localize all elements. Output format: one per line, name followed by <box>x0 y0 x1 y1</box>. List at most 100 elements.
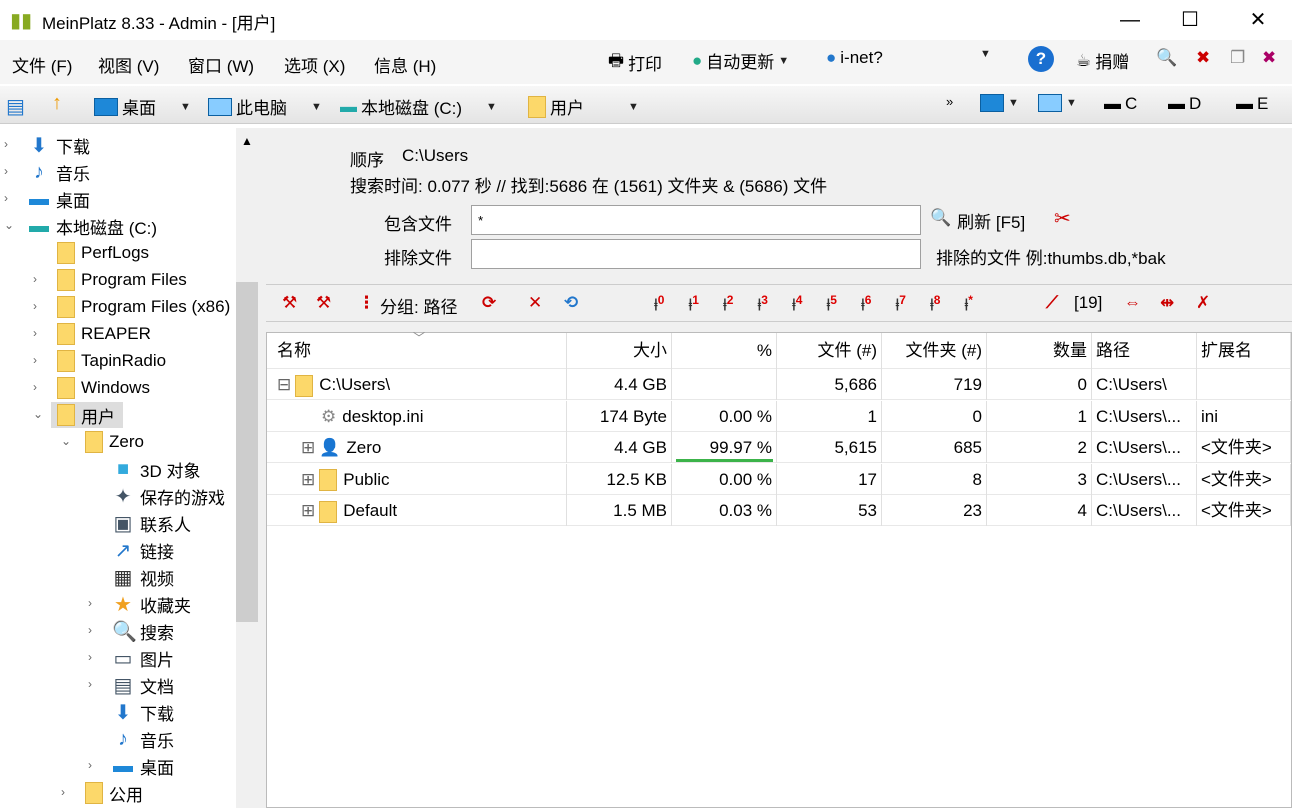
delete-icon[interactable]: ✖ <box>1196 48 1210 68</box>
menu-options[interactable]: 选项 (X) <box>284 52 345 77</box>
sync-icon[interactable]: ⟲ <box>564 293 578 313</box>
tree-item[interactable]: ▬ 桌面 <box>112 753 174 779</box>
tree-item[interactable]: 公用 <box>85 780 143 806</box>
close-button[interactable]: ✕ <box>1228 0 1288 40</box>
crumb-desktop[interactable]: 桌面 ▼ <box>94 94 191 119</box>
tree-item[interactable]: 🔍 搜索 <box>112 618 174 644</box>
menu-window[interactable]: 窗口 (W) <box>188 52 254 77</box>
tree-item[interactable]: REAPER <box>57 321 151 347</box>
expand-arrow-icon[interactable]: › <box>33 272 37 286</box>
tree-item[interactable]: TapinRadio <box>57 348 166 374</box>
collapse-arrow-icon[interactable]: ⌄ <box>4 218 14 232</box>
level-all-button[interactable]: ⱡ* <box>965 293 973 316</box>
inet-button[interactable]: ● i-net? <box>826 48 883 68</box>
collapse-icon[interactable]: ⊟ <box>277 375 291 394</box>
auto-update-button[interactable]: ● 自动更新 ▼ <box>692 48 789 73</box>
tree-item[interactable]: ▬ 本地磁盘 (C:) <box>28 213 157 239</box>
tree-item[interactable]: Windows <box>57 375 150 401</box>
table-row[interactable]: ⚙ desktop.ini 174 Byte 0.00 % 1 0 1 C:\Users\..… <box>267 400 1291 432</box>
tree-item[interactable]: ♪ 音乐 <box>112 726 174 752</box>
tree-item[interactable]: ✦ 保存的游戏 <box>112 483 225 509</box>
include-input[interactable] <box>471 205 921 235</box>
drive-c-button[interactable]: ▬ C <box>1104 94 1137 114</box>
expand-arrow-icon[interactable]: › <box>33 380 37 394</box>
expand-arrow-icon[interactable]: › <box>4 164 8 178</box>
expand-arrow-icon[interactable]: › <box>33 326 37 340</box>
hammer-icon[interactable]: ⚒ <box>282 293 297 313</box>
expand-icon[interactable]: ⊞ <box>301 438 315 457</box>
windows-icon[interactable]: ❐ <box>1230 48 1245 68</box>
tree-item[interactable]: ▣ 联系人 <box>112 510 191 536</box>
column-header[interactable]: 路径 <box>1092 333 1197 369</box>
expand-arrow-icon[interactable]: › <box>88 758 92 772</box>
table-row[interactable]: ⊟ C:\Users\ 4.4 GB 5,686 719 0 C:\Users\ <box>267 369 1291 400</box>
level-2-button[interactable]: ⱡ2 <box>723 293 733 316</box>
tree-item[interactable]: ⬇ 下载 <box>28 132 90 158</box>
search-icon[interactable]: 🔍 <box>1156 48 1177 68</box>
help-icon[interactable]: ? <box>1028 46 1054 72</box>
table-row[interactable]: ⊞ Default 1.5 MB 0.03 % 53 23 4 C:\Users\... <文件… <box>267 495 1291 526</box>
close-tab-icon[interactable]: ✖ <box>1262 48 1276 68</box>
menu-file[interactable]: 文件 (F) <box>12 52 72 77</box>
table-row[interactable]: ⊞ 👤 Zero 4.4 GB 99.97 % 5,615 685 2 C:\Users\...… <box>267 432 1291 463</box>
expand-arrow-icon[interactable]: › <box>4 137 8 151</box>
refresh-icon[interactable]: ⟳ <box>482 293 496 313</box>
level-4-button[interactable]: ⱡ4 <box>792 293 802 316</box>
tree-item[interactable]: ▦ 视频 <box>112 564 174 590</box>
hammer-alt-icon[interactable]: ⚒ <box>316 293 331 313</box>
expand-arrow-icon[interactable]: › <box>33 299 37 313</box>
tree-item[interactable]: 用户 <box>51 402 123 428</box>
column-header[interactable]: 大小 <box>567 333 672 369</box>
expand-icon[interactable]: ⊞ <box>301 470 315 489</box>
crumb-local-disk[interactable]: ▬ 本地磁盘 (C:) ▼ <box>340 94 497 119</box>
expand-arrow-icon[interactable]: › <box>88 596 92 610</box>
cancel-icon[interactable]: ✕ <box>528 293 542 313</box>
tree-item[interactable]: ⬇ 下载 <box>112 699 174 725</box>
computer-quick-button[interactable]: ▼ <box>1038 94 1077 112</box>
expand-arrow-icon[interactable]: › <box>88 623 92 637</box>
column-header[interactable]: % <box>672 333 777 369</box>
expand-arrow-icon[interactable]: › <box>4 191 8 205</box>
export-icon[interactable]: ✗ <box>1196 293 1210 313</box>
column-header[interactable]: 文件夹 (#) <box>882 333 987 369</box>
level-0-button[interactable]: ⱡ0 <box>654 293 664 316</box>
column-header[interactable]: 文件 (#) <box>777 333 882 369</box>
level-6-button[interactable]: ⱡ6 <box>861 293 871 316</box>
panel-icon[interactable]: ▤ <box>6 94 25 119</box>
drive-d-button[interactable]: ▬ D <box>1168 94 1201 114</box>
tree-item[interactable]: ▭ 图片 <box>112 645 174 671</box>
expand-icon[interactable]: ⇔ <box>1124 293 1141 313</box>
tree-item[interactable]: ▤ 文档 <box>112 672 174 698</box>
tree-item[interactable]: ♪ 音乐 <box>28 159 90 185</box>
tree-item[interactable]: PerfLogs <box>57 240 149 266</box>
folder-tree[interactable]: ⬇ 下载 › ♪ 音乐 › ▬ 桌面 › ▬ 本地磁盘 (C:) ⌄ PerfLogs Program F… <box>0 128 236 808</box>
group-icon[interactable]: ⋮ <box>358 293 375 313</box>
column-header[interactable]: 数量 <box>987 333 1092 369</box>
group-by-label[interactable]: 分组: 路径 <box>380 293 457 318</box>
tree-item[interactable]: ▬ 桌面 <box>28 186 90 212</box>
toolbar-dropdown[interactable]: ▼ <box>980 48 991 60</box>
wand-icon[interactable]: ✂ <box>1054 206 1071 231</box>
collapse-arrow-icon[interactable]: ⌄ <box>61 434 71 448</box>
expand-arrow-icon[interactable]: › <box>61 785 65 799</box>
level-7-button[interactable]: ⱡ7 <box>896 293 906 316</box>
overflow-chevron-icon[interactable]: » <box>946 94 953 109</box>
refresh-button[interactable]: 🔍 刷新 [F5] <box>930 208 1025 233</box>
expand-arrow-icon[interactable]: › <box>33 353 37 367</box>
exclude-input[interactable] <box>471 239 921 269</box>
desktop-quick-button[interactable]: ▼ <box>980 94 1019 112</box>
collapse-arrow-icon[interactable]: ⌄ <box>33 407 43 421</box>
table-row[interactable]: ⊞ Public 12.5 KB 0.00 % 17 8 3 C:\Users\... <文件夹… <box>267 463 1291 495</box>
tree-item[interactable]: ■ 3D 对象 <box>112 456 201 482</box>
donate-button[interactable]: ☕ 捐赠 <box>1076 48 1129 73</box>
tree-item[interactable]: ↗ 链接 <box>112 537 174 563</box>
collapse-icon[interactable]: ⇹ <box>1160 293 1174 313</box>
level-8-button[interactable]: ⱡ8 <box>930 293 940 316</box>
level-5-button[interactable]: ⱡ5 <box>827 293 837 316</box>
tree-item[interactable]: Program Files (x86) <box>57 294 230 320</box>
tree-item[interactable]: Zero <box>85 429 144 455</box>
maximize-button[interactable]: ☐ <box>1160 0 1220 40</box>
up-folder-icon[interactable]: ↑ <box>52 92 62 115</box>
level-3-button[interactable]: ⱡ3 <box>758 293 768 316</box>
expand-arrow-icon[interactable]: › <box>88 650 92 664</box>
